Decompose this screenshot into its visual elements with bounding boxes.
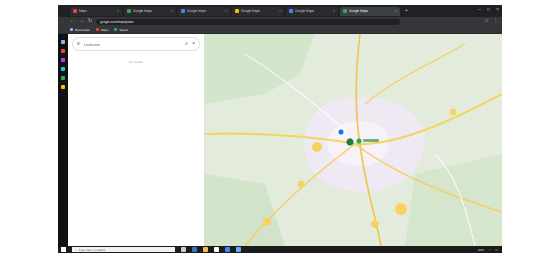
menu-dots-icon[interactable]: ⋮	[493, 19, 498, 24]
desktop-screen: Maps × Google Maps × Google Maps × Googl…	[58, 5, 502, 253]
close-tab-icon[interactable]: ×	[225, 9, 227, 13]
side-rail	[58, 34, 68, 246]
task-view-icon[interactable]	[181, 247, 186, 252]
taskbar-search-input[interactable]: ○ Type here to search	[72, 247, 175, 252]
search-icon: ○	[75, 247, 77, 252]
search-input[interactable]: Lucknow	[84, 42, 181, 47]
url-text: google.com/maps/place	[100, 19, 134, 24]
recent-icon[interactable]	[61, 58, 65, 62]
bookmark-item[interactable]: Saved	[114, 27, 128, 32]
tab-label: Google Maps	[187, 9, 206, 13]
close-tab-icon[interactable]: ×	[171, 9, 173, 13]
tab-favicon-icon	[289, 9, 293, 13]
tab-label: Google Maps	[133, 9, 152, 13]
bookmark-item[interactable]: Maps	[96, 27, 108, 32]
menu-icon[interactable]	[61, 40, 65, 44]
edge-icon[interactable]	[192, 247, 197, 252]
tab-label: Google Maps	[349, 9, 368, 13]
bookmark-icon	[96, 27, 100, 31]
browser-tab[interactable]: Google Maps ×	[286, 6, 338, 16]
tab-favicon-icon	[235, 9, 239, 13]
browser-tab[interactable]: Google Maps ×	[232, 6, 284, 16]
tab-label: Google Maps	[241, 9, 260, 13]
windows-taskbar: ○ Type here to search ENG ◠ ▭	[58, 246, 502, 253]
browser-tab-active[interactable]: Google Maps ×	[340, 6, 400, 16]
map-canvas[interactable]	[205, 34, 502, 246]
panel-hint-text: No results	[129, 60, 143, 64]
browser-tab[interactable]: Google Maps ×	[124, 6, 176, 16]
bookmark-icon	[114, 27, 118, 31]
store-icon[interactable]	[214, 247, 219, 252]
forward-arrow-icon[interactable]: →	[79, 19, 84, 24]
file-explorer-icon[interactable]	[203, 247, 208, 252]
tab-favicon-icon	[181, 9, 185, 13]
close-tab-icon[interactable]: ×	[117, 9, 119, 13]
tab-label: Maps	[79, 9, 87, 13]
tab-label: Google Maps	[295, 9, 314, 13]
maps-side-panel: ≡ Lucknow ⌕ × No results	[68, 34, 205, 246]
url-input[interactable]: google.com/maps/place	[96, 18, 401, 25]
back-arrow-icon[interactable]: ←	[70, 19, 75, 24]
browser-tab[interactable]: Maps ×	[70, 6, 122, 16]
maximize-icon[interactable]: □	[487, 7, 490, 13]
wifi-icon[interactable]: ◠	[489, 248, 492, 252]
reload-icon[interactable]: ↻	[88, 19, 92, 24]
maps-search-box[interactable]: ≡ Lucknow ⌕ ×	[73, 38, 199, 50]
minimize-icon[interactable]: –	[478, 7, 481, 13]
notification-icon[interactable]: ▭	[495, 248, 498, 252]
bookmark-item[interactable]: Bookmarks	[70, 27, 90, 32]
windows-start-icon[interactable]	[61, 247, 66, 252]
close-window-icon[interactable]: ×	[496, 7, 499, 13]
tab-favicon-icon	[127, 9, 131, 13]
close-tab-icon[interactable]: ×	[395, 9, 397, 13]
browser-tab[interactable]: Google Maps ×	[178, 6, 230, 16]
chrome-icon[interactable]	[225, 247, 230, 252]
tab-favicon-icon	[343, 9, 347, 13]
layers-icon[interactable]	[61, 67, 65, 71]
bookmarks-bar: Bookmarks Maps Saved	[58, 26, 502, 34]
close-tab-icon[interactable]: ×	[279, 9, 281, 13]
saved-icon[interactable]	[61, 49, 65, 53]
menu-hamburger-icon[interactable]: ≡	[77, 41, 80, 47]
mail-icon[interactable]	[236, 247, 241, 252]
star-icon[interactable]: ☆	[485, 19, 489, 24]
map-graphic	[205, 34, 502, 246]
address-bar-row: ← → ↻ google.com/maps/place ☆ ⋮	[58, 17, 502, 26]
share-icon[interactable]	[61, 85, 65, 89]
search-icon[interactable]: ⌕	[185, 41, 188, 47]
directions-icon[interactable]	[61, 76, 65, 80]
system-tray: ENG ◠ ▭	[478, 248, 502, 252]
new-tab-icon[interactable]: +	[405, 8, 408, 14]
bookmark-icon	[70, 27, 73, 31]
browser-tab-strip: Maps × Google Maps × Google Maps × Googl…	[58, 5, 502, 17]
clear-search-icon[interactable]: ×	[192, 41, 195, 47]
window-controls: – □ ×	[478, 7, 499, 13]
close-tab-icon[interactable]: ×	[333, 9, 335, 13]
tab-favicon-icon	[73, 9, 77, 13]
tray-text: ENG	[478, 247, 485, 252]
